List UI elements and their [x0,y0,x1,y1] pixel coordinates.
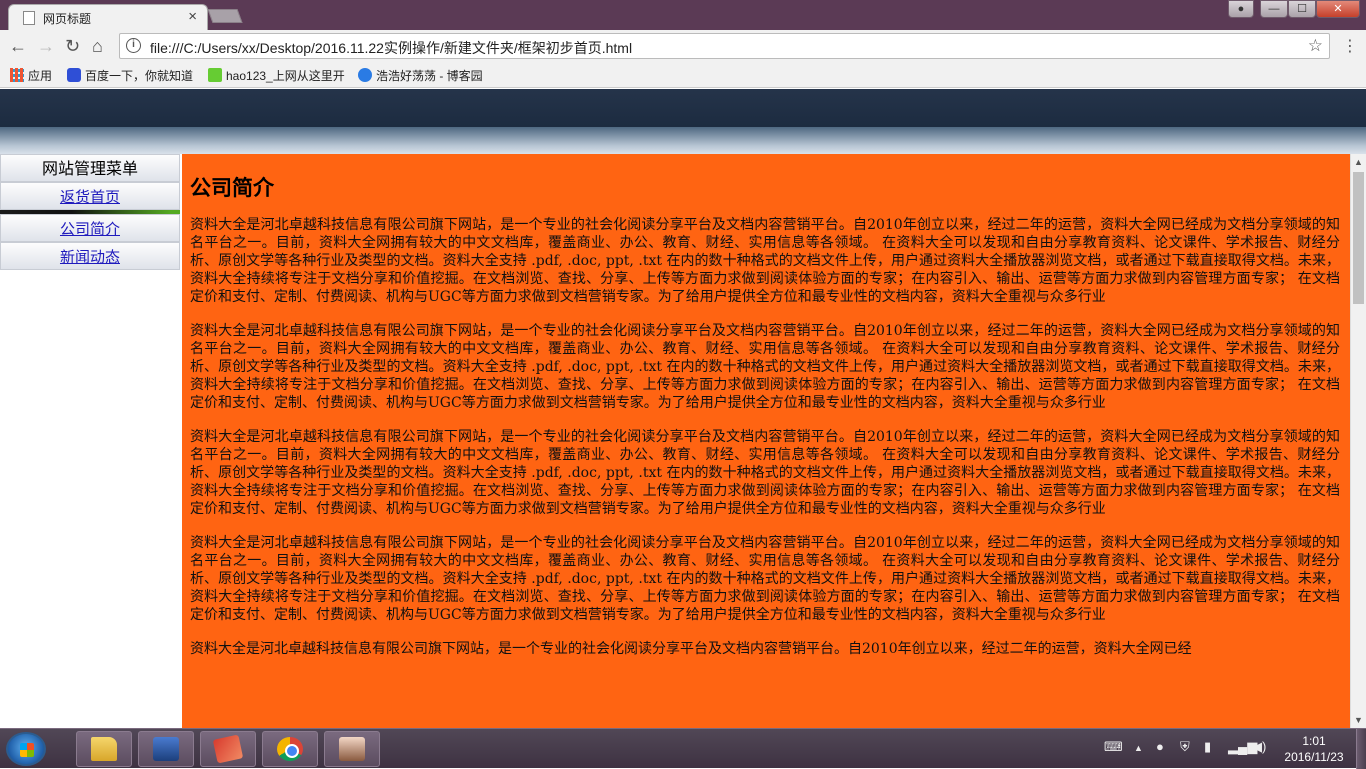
bookmark-baidu[interactable]: 百度一下，你就知道 [67,67,193,84]
pencil-icon [212,734,244,764]
browser-menu-icon[interactable]: ⋮ [1342,36,1358,56]
new-tab-button[interactable] [207,9,243,23]
menu-link-news[interactable]: 新闻动态 [0,242,180,270]
volume-icon[interactable]: ◀) [1252,739,1266,755]
start-button[interactable] [6,732,46,766]
scroll-down-icon[interactable]: ▼ [1354,715,1363,725]
shield-icon[interactable]: ⛨ [1180,739,1190,755]
scroll-up-icon[interactable]: ▲ [1354,157,1363,167]
content-paragraph: 资料大全是河北卓越科技信息有限公司旗下网站，是一个专业的社会化阅读分享平台及文档… [190,535,1340,623]
maximize-button[interactable]: ☐ [1288,0,1316,18]
apps-grid-icon [10,68,24,82]
system-clock[interactable]: 1:01 2016/11/23 [1276,733,1352,765]
calculator-icon [153,737,179,761]
taskbar-app-chrome[interactable] [262,731,318,767]
cnblogs-icon [358,68,372,82]
content-paragraph: 资料大全是河北卓越科技信息有限公司旗下网站，是一个专业的社会化阅读分享平台及文档… [190,429,1340,517]
address-bar[interactable]: i file:///C:/Users/xx/Desktop/2016.11.22… [119,33,1330,59]
bookmark-label: 百度一下，你就知道 [85,69,194,83]
user-profile-button[interactable]: ● [1228,0,1254,18]
content-scrollbar[interactable]: ▲ ▼ [1350,154,1366,728]
bookmark-hao123[interactable]: hao123_上网从这里开 [208,67,345,84]
main-content-frame: 公司简介 资料大全是河北卓越科技信息有限公司旗下网站，是一个专业的社会化阅读分享… [182,154,1350,728]
qq-icon[interactable]: ● [1156,739,1164,754]
bookmark-cnblogs[interactable]: 浩浩好荡荡 - 博客园 [358,67,483,84]
page-info-icon[interactable]: i [126,38,141,53]
top-frame-banner [0,89,1366,127]
show-desktop-button[interactable] [1356,729,1366,769]
battery-icon[interactable]: ▮ [1204,739,1211,755]
baidu-icon [67,68,81,82]
taskbar-app-paint[interactable] [200,731,256,767]
taskbar-app-calculator[interactable] [138,731,194,767]
minimize-button[interactable]: — [1260,0,1288,18]
bookmark-label: 浩浩好荡荡 - 博客园 [376,69,483,83]
tab-title: 网页标题 [43,12,92,26]
browser-title-bar: 网页标题 × ● — ☐ ✕ [0,0,1366,30]
clock-time: 1:01 [1302,734,1326,748]
bookmark-star-icon[interactable]: ☆ [1308,36,1323,56]
browser-tab[interactable]: 网页标题 × [8,4,208,30]
scrollbar-thumb[interactable] [1353,172,1364,304]
page-favicon-icon [23,11,35,25]
windows-logo-icon [20,743,34,757]
top-frame-gradient [0,127,1366,154]
bookmark-apps[interactable]: 应用 [10,67,52,84]
left-menu-frame: 网站管理菜单 返货首页 公司简介 新闻动态 [0,154,180,270]
menu-link-home[interactable]: 返货首页 [0,182,180,210]
photo-icon [339,737,365,761]
forward-arrow-icon[interactable]: → [37,36,55,57]
back-arrow-icon[interactable]: ← [9,36,27,57]
close-window-button[interactable]: ✕ [1316,0,1360,18]
content-paragraph: 资料大全是河北卓越科技信息有限公司旗下网站，是一个专业的社会化阅读分享平台及文档… [190,323,1340,411]
taskbar-app-photo[interactable] [324,731,380,767]
page-viewport: 网站管理菜单 返货首页 公司简介 新闻动态 公司简介 资料大全是河北卓越科技信息… [0,89,1366,728]
menu-title: 网站管理菜单 [0,154,180,182]
home-icon[interactable]: ⌂ [92,36,103,57]
url-text[interactable]: file:///C:/Users/xx/Desktop/2016.11.22实例… [150,38,632,58]
windows-taskbar: ⌨ ▲ ● ⛨ ▮ ▂▄▆ ◀) 1:01 2016/11/23 [0,728,1366,769]
browser-toolbar: ← → ↻ ⌂ i file:///C:/Users/xx/Desktop/20… [0,30,1366,62]
bookmark-label: 应用 [28,69,53,83]
tab-close-icon[interactable]: × [188,8,197,25]
content-paragraph: 资料大全是河北卓越科技信息有限公司旗下网站，是一个专业的社会化阅读分享平台及文档… [190,217,1340,305]
hao123-icon [208,68,222,82]
show-hidden-icon[interactable]: ▲ [1134,743,1143,753]
content-paragraph: 资料大全是河北卓越科技信息有限公司旗下网站，是一个专业的社会化阅读分享平台及文档… [190,641,1192,657]
chrome-icon [277,737,303,761]
bookmark-label: hao123_上网从这里开 [226,69,345,83]
reload-icon[interactable]: ↻ [65,36,80,57]
bookmarks-bar: 应用 百度一下，你就知道 hao123_上网从这里开 浩浩好荡荡 - 博客园 [0,62,1366,88]
taskbar-app-explorer[interactable] [76,731,132,767]
content-heading: 公司简介 [190,175,274,200]
folder-icon [91,737,117,761]
keyboard-icon[interactable]: ⌨ [1104,739,1123,755]
clock-date: 2016/11/23 [1284,750,1344,764]
menu-link-company-intro[interactable]: 公司简介 [0,214,180,242]
